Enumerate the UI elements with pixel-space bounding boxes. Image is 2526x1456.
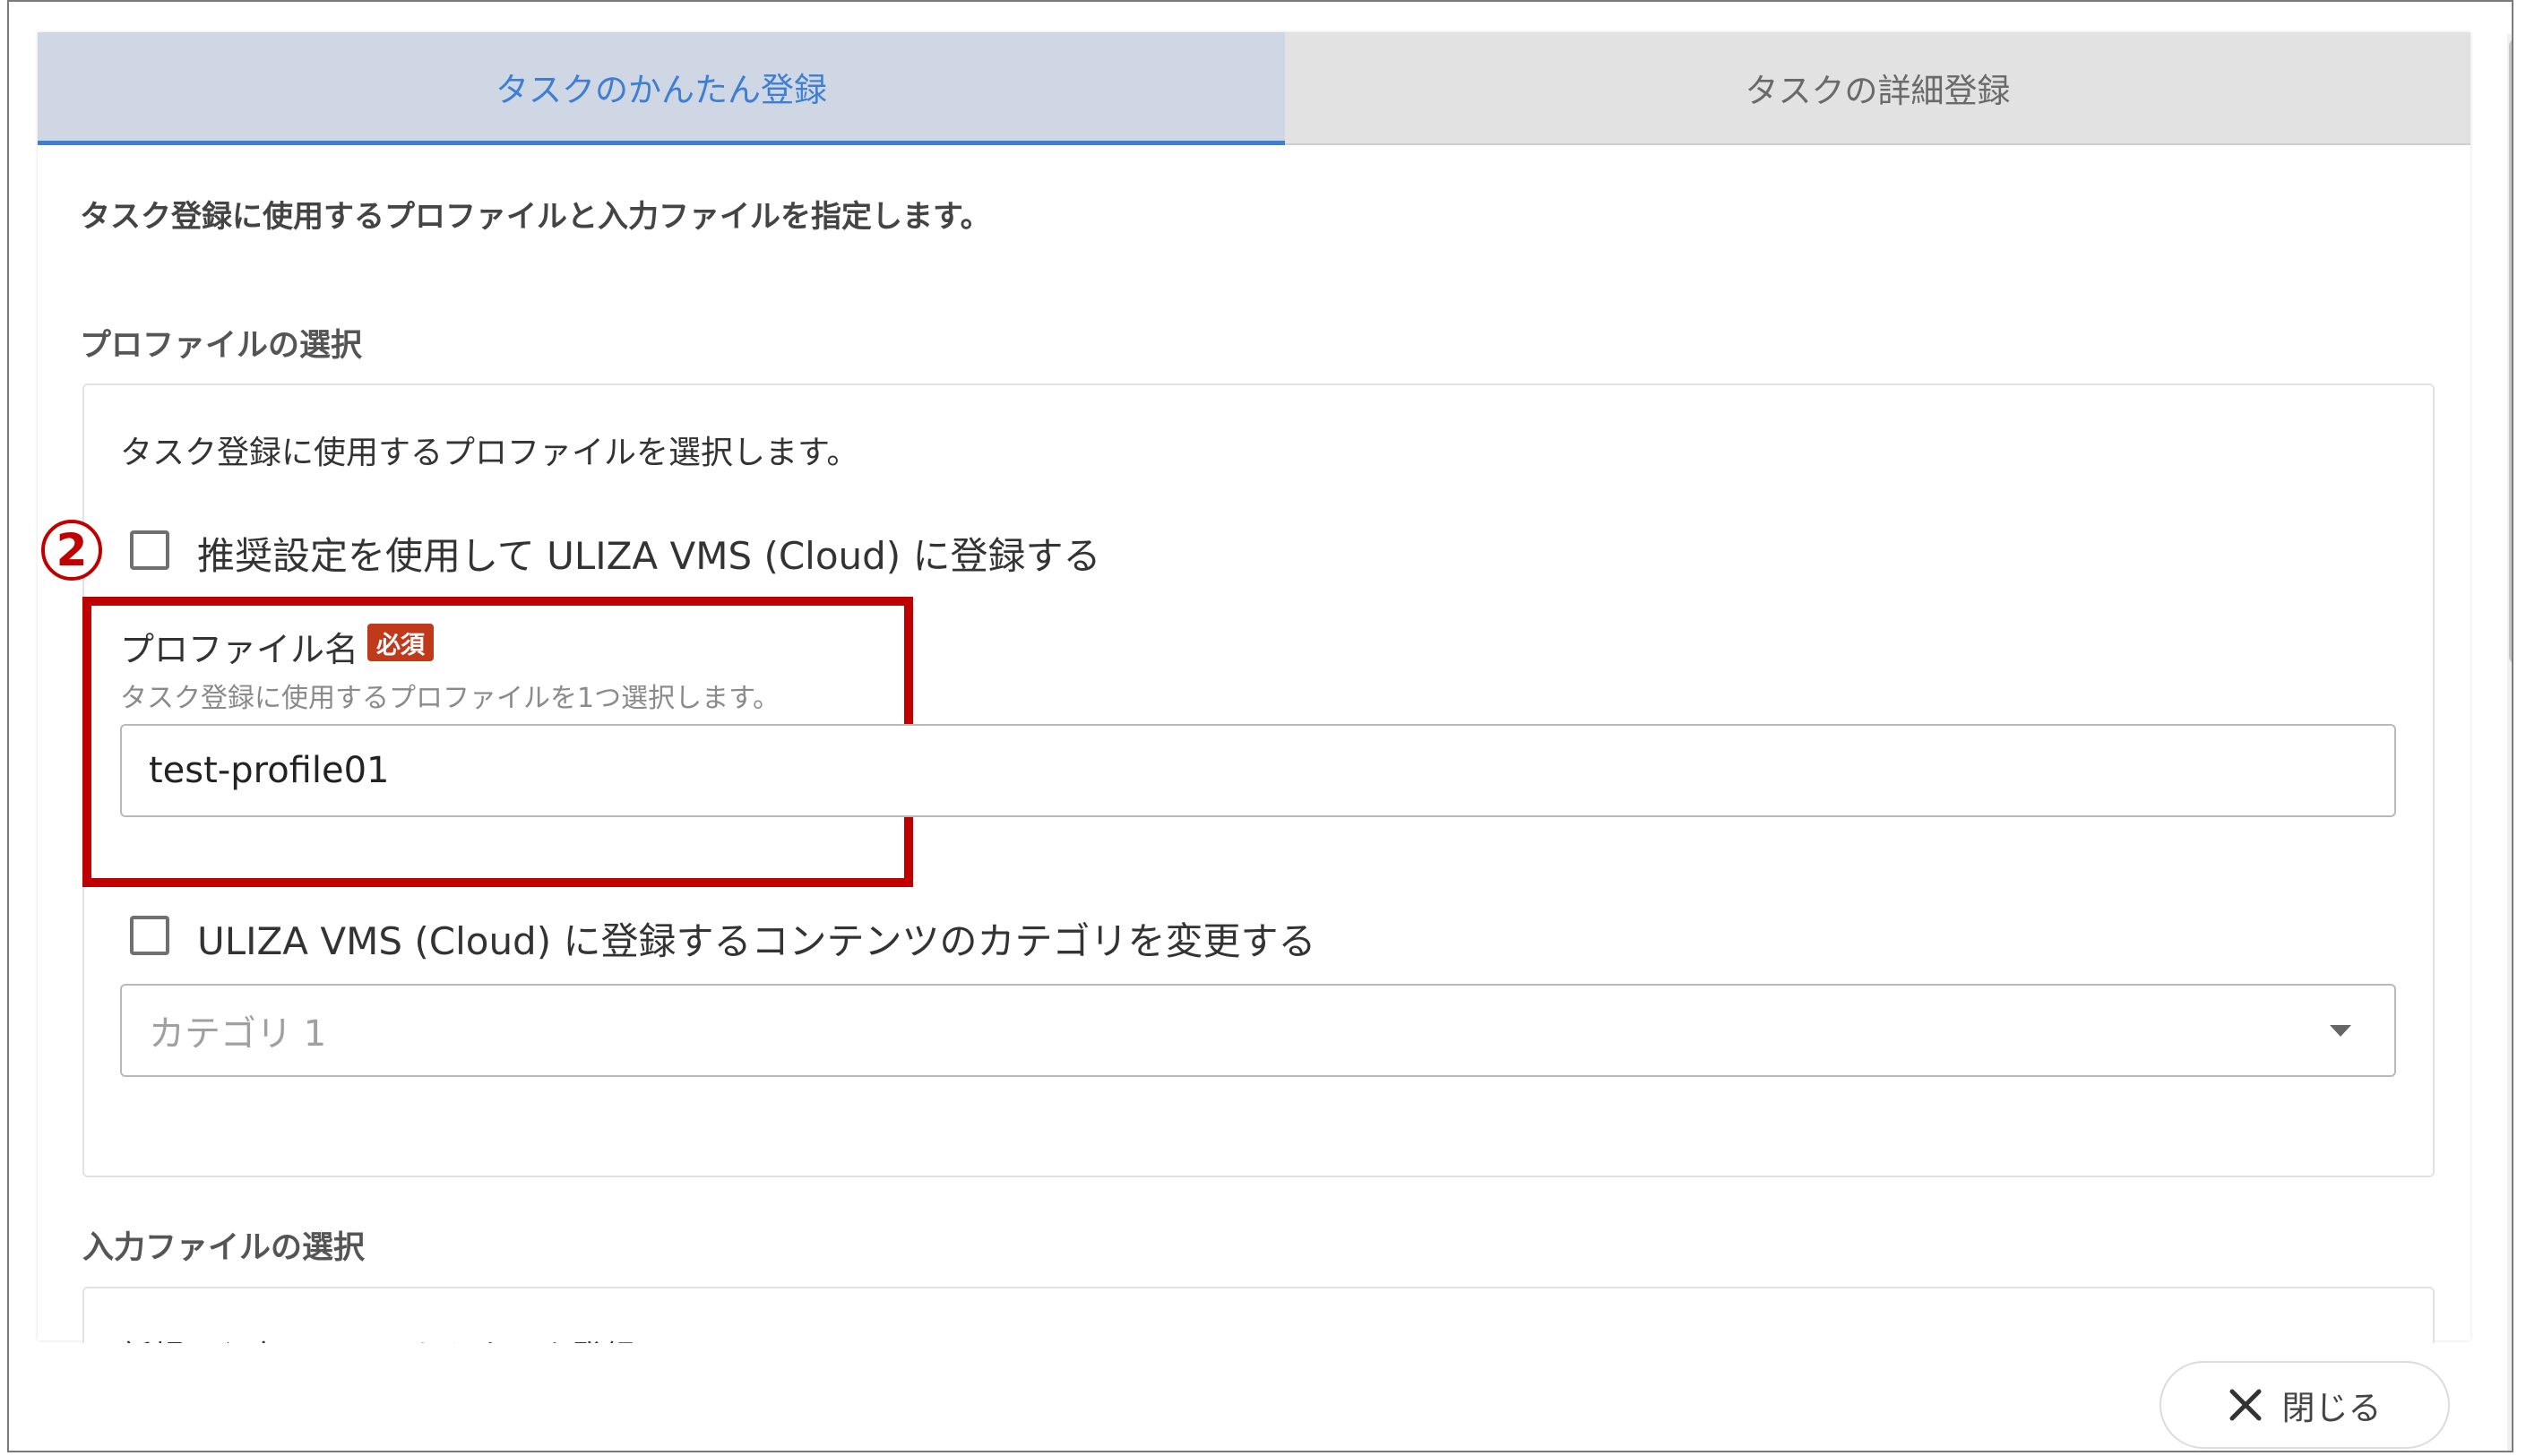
required-badge: 必須 xyxy=(367,624,434,661)
profile-section-description: タスク登録に使用するプロファイルを選択します。 xyxy=(120,435,859,471)
profile-name-hint: タスク登録に使用するプロファイルを1つ選択します。 xyxy=(120,683,780,714)
profile-section-title: プロファイルの選択 xyxy=(80,328,363,364)
tab-simple-registration[interactable]: タスクのかんたん登録 xyxy=(38,32,1285,145)
step-marker: 2 xyxy=(41,520,102,581)
change-category-label[interactable]: ULIZA VMS (Cloud) に登録するコンテンツのカテゴリを変更する xyxy=(197,911,1315,966)
close-button[interactable]: 閉じる xyxy=(2160,1361,2450,1449)
window-frame: タスクのかんたん登録 タスクの詳細登録 タスク登録に使用するプロファイルと入力フ… xyxy=(7,0,2513,1452)
intro-text: タスク登録に使用するプロファイルと入力ファイルを指定します。 xyxy=(80,199,991,235)
scrollbar-thumb[interactable] xyxy=(2509,38,2512,665)
close-label: 閉じる xyxy=(2281,1389,2382,1427)
dialog-footer xyxy=(9,1343,2512,1451)
recommend-settings-checkbox[interactable] xyxy=(130,530,169,570)
profile-name-label: プロファイル名 xyxy=(120,630,359,669)
category-select-value: カテゴリ 1 xyxy=(149,1013,327,1055)
profile-name-input[interactable]: test-profile01 xyxy=(120,724,2396,817)
step-number: 2 xyxy=(56,524,88,576)
input-section-title: 入力ファイルの選択 xyxy=(82,1230,366,1266)
category-select[interactable]: カテゴリ 1 xyxy=(120,984,2396,1077)
tab-detailed-registration[interactable]: タスクの詳細登録 xyxy=(1285,32,2470,145)
close-icon xyxy=(2229,1389,2261,1421)
tab-bar: タスクのかんたん登録 タスクの詳細登録 xyxy=(38,32,2470,145)
caret-down-icon xyxy=(2330,1025,2351,1037)
recommend-settings-label[interactable]: 推奨設定を使用して ULIZA VMS (Cloud) に登録する xyxy=(197,526,1101,581)
change-category-checkbox[interactable] xyxy=(130,916,169,955)
